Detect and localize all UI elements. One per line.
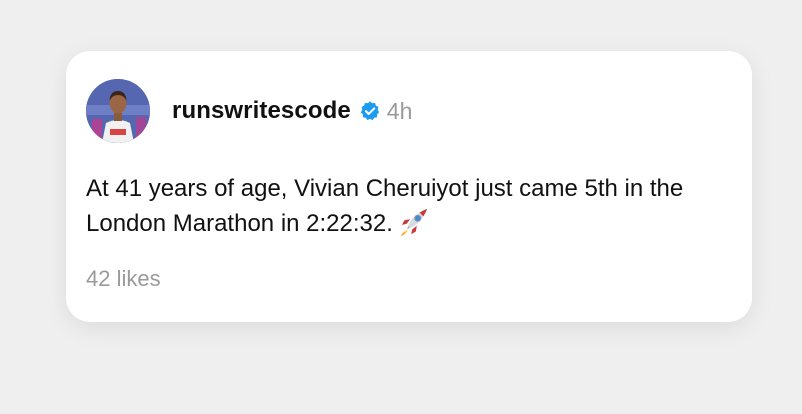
username[interactable]: runswritescode — [172, 97, 351, 125]
post-text-content: At 41 years of age, Vivian Cheruiyot jus… — [86, 175, 684, 237]
verified-badge-icon — [359, 100, 381, 122]
avatar-photo — [86, 79, 150, 143]
post-text: At 41 years of age, Vivian Cheruiyot jus… — [86, 171, 726, 241]
avatar[interactable] — [86, 79, 150, 143]
post-card[interactable]: runswritescode 4h At 41 years of age, Vi… — [66, 51, 752, 322]
post-timestamp: 4h — [386, 97, 413, 124]
rocket-icon — [399, 207, 429, 237]
post-header: runswritescode 4h — [86, 79, 412, 143]
likes-count[interactable]: 42 likes — [86, 266, 161, 292]
